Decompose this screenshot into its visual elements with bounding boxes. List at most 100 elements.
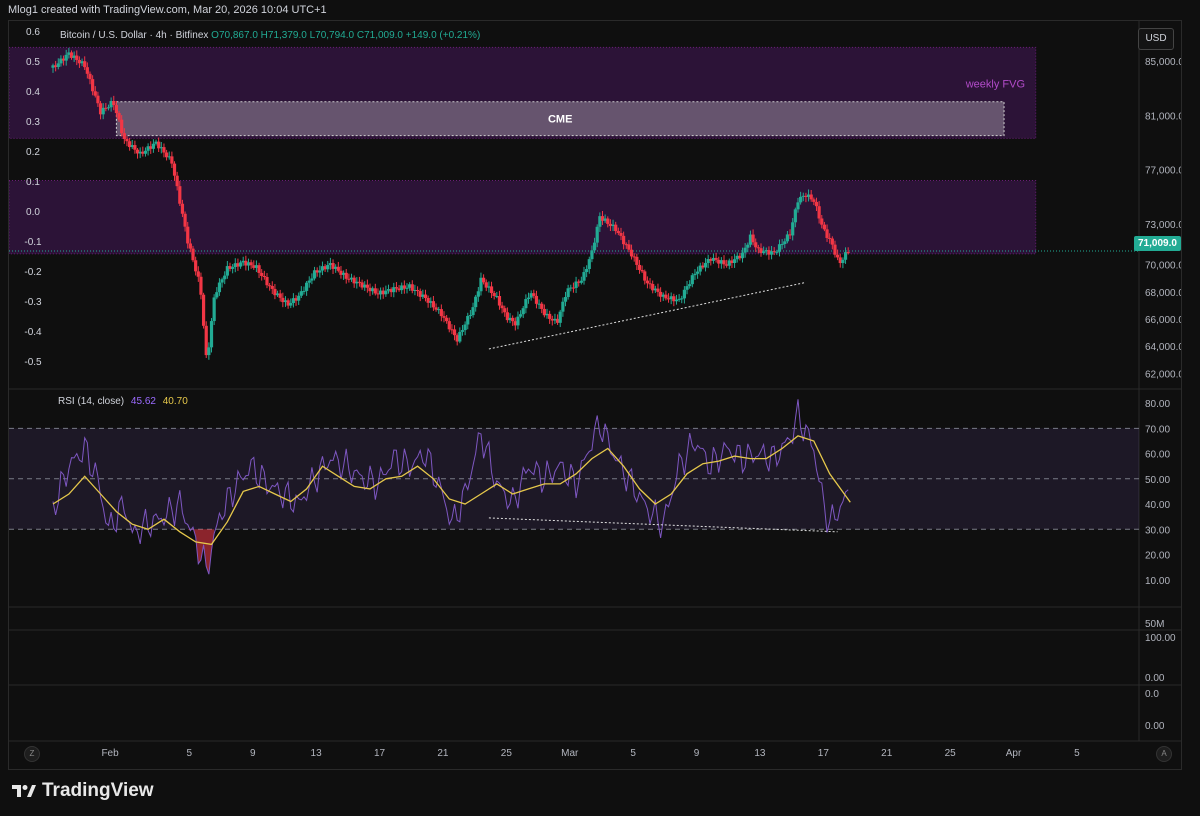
candle-body [690,275,694,285]
candle-body [133,145,137,150]
time-axis-tick: 21 [437,748,449,759]
candle-body [783,241,787,245]
candle-body [56,63,60,67]
candle-body [471,307,475,316]
candle-body [703,262,708,268]
candle-body [394,287,399,289]
fvg-zone [9,180,1037,255]
candle-body [212,297,216,322]
candle-body [186,226,190,244]
candle-body [238,262,243,267]
cme-label: CME [548,114,572,126]
candle-body [270,285,274,289]
time-axis-tick: 17 [818,748,830,759]
candle-body [405,287,409,289]
symbol-legend[interactable]: Bitcoin / U.S. Dollar · 4h · Bitfinex O7… [60,30,480,41]
rsi-title: RSI (14, close) [58,396,125,407]
candle-body [521,308,525,315]
candle-body [231,267,235,269]
candle-body [500,305,504,309]
chart-frame[interactable]: weekly FVG CME 0.6 0.5 0.4 0.3 0.2 0.1 0.0 -0.1 -0… [8,20,1182,770]
candle-body [635,256,639,265]
candle-body [643,271,647,281]
price-axis-tick: 85,000.0 [1145,57,1181,68]
candle-body [93,91,97,96]
rsi-axis-tick: 40.00 [1145,500,1170,511]
candle-body [178,186,182,204]
candle-body [336,266,340,271]
candle-body [614,224,618,232]
candle-body [751,234,755,243]
price-axis-tick: 81,000.0 [1145,111,1181,122]
candle-body [117,113,121,120]
last-price-label: 71,009.0 [1134,236,1181,251]
candle-body [518,314,523,317]
candle-body [740,252,745,259]
lower-pane-tick: 50M [1145,619,1164,630]
candle-body [511,317,515,322]
candle-body [297,295,301,301]
candle-body [825,229,829,238]
candle-body [439,309,443,317]
candle-body [606,218,610,224]
candle-body [732,259,737,264]
candle-body [112,101,116,106]
candle-body [503,308,507,313]
candle-body [627,244,631,250]
candle-body [822,224,827,230]
candle-body [223,275,227,280]
candle-body [458,331,462,342]
rsi-legend[interactable]: RSI (14, close) 45.62 40.70 [58,396,188,407]
rsi-value: 45.62 [130,396,156,407]
candle-body [209,321,214,348]
left-axis-tick: 0.1 [26,177,40,188]
rsi-axis-tick: 50.00 [1145,475,1170,486]
candle-body [96,95,100,104]
left-axis-tick: 0.3 [26,117,40,128]
created-with-line: Mlog1 created with TradingView.com, Mar … [8,4,327,16]
currency-button[interactable]: USD [1138,28,1174,50]
brand-name: TradingView [42,780,154,801]
candle-body [207,347,211,356]
auto-scale-button[interactable]: A [1156,746,1172,762]
candle-body [640,269,644,272]
candle-body [693,273,697,276]
left-axis-tick: -0.5 [24,357,42,368]
lower-pane-tick: 100.00 [1145,633,1176,644]
time-axis-tick: 21 [881,748,893,759]
candle-body [415,289,420,292]
candle-body [460,330,465,332]
candle-body [201,294,206,326]
candle-body [463,324,467,331]
candle-body [680,298,684,300]
candle-body [88,73,92,80]
candle-body [722,260,726,265]
time-axis-tick: 9 [250,748,256,759]
candle-body [785,234,790,242]
candle-body [756,247,760,249]
chart-canvas[interactable]: weekly FVG CME 0.6 0.5 0.4 0.3 0.2 0.1 0.0 -0.1 -0… [9,21,1181,769]
candle-body [85,67,89,74]
candle-body [526,297,531,300]
candle-body [249,262,253,266]
candle-body [476,291,480,297]
candle-body [656,288,660,292]
candle-body [563,297,568,302]
candle-body [410,284,414,291]
lower-pane-tick: 0.0 [1145,689,1159,700]
footer-brand[interactable]: TradingView [12,780,154,802]
candle-body [468,315,473,317]
candle-body [310,278,314,281]
candle-body [793,209,797,223]
z-button[interactable]: Z [24,746,40,762]
candle-body [220,279,224,283]
candle-body [682,289,686,299]
left-axis-tick: 0.4 [26,87,40,98]
candle-body [143,150,148,154]
time-axis-tick: 13 [754,748,766,759]
candle-body [664,294,668,299]
time-axis-tick: Mar [561,748,579,759]
candle-body [196,271,200,277]
rsi-axis-tick: 20.00 [1145,551,1170,562]
candle-body [817,206,821,219]
